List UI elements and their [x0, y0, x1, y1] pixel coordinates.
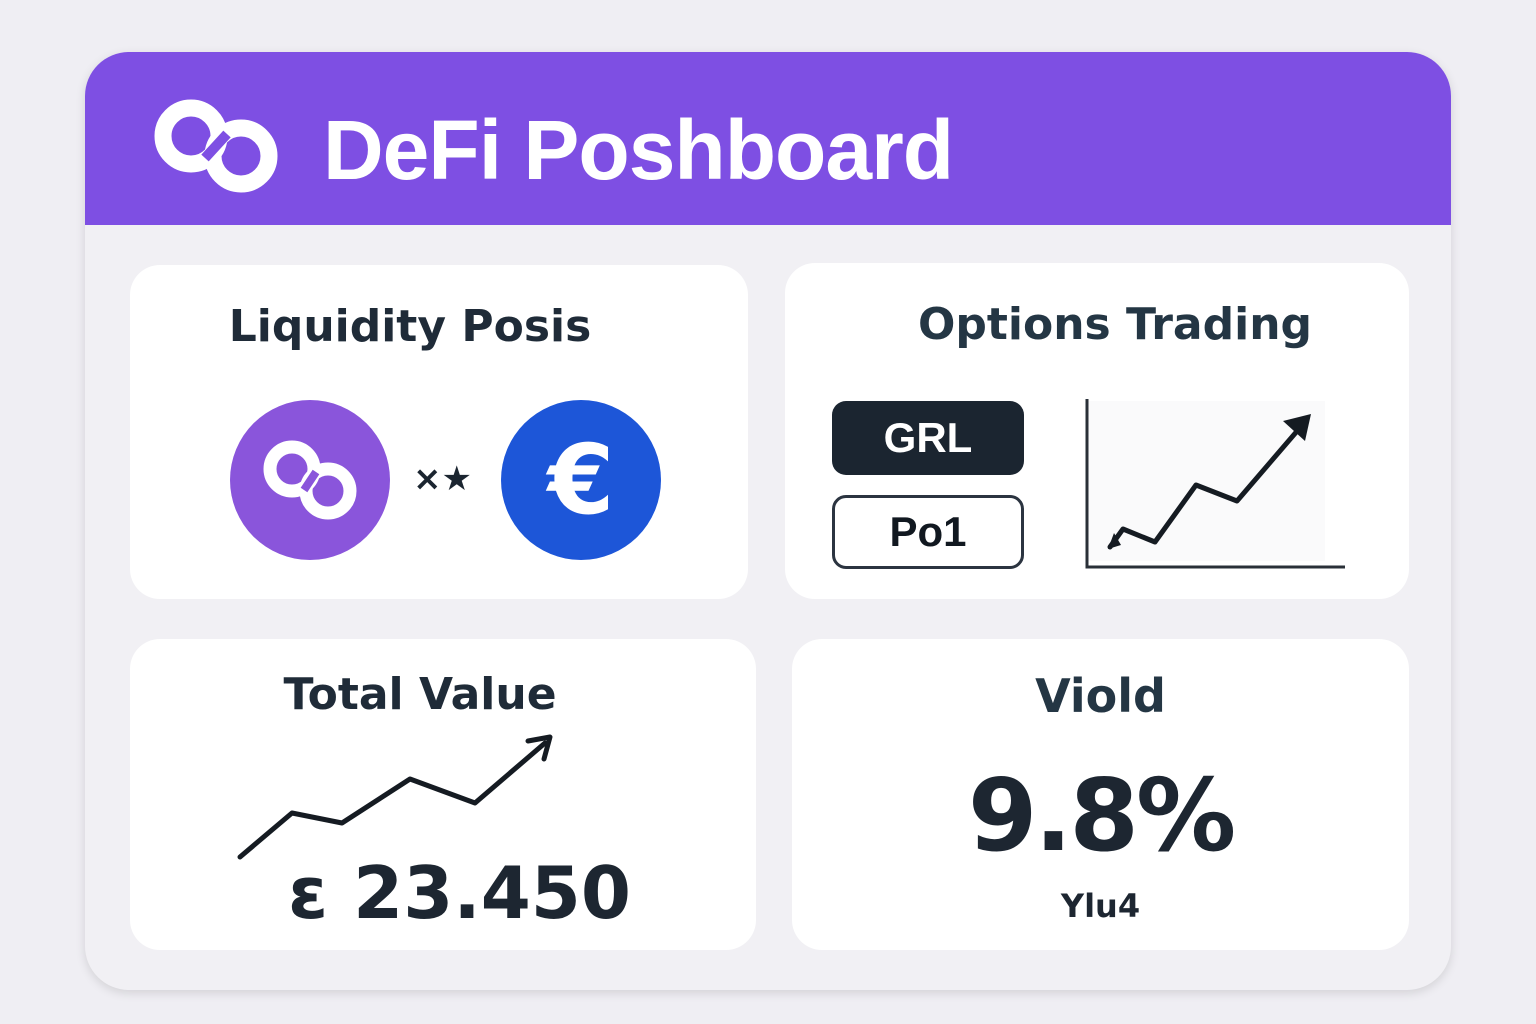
total-value-amount: ε 23.450: [288, 851, 631, 935]
yield-caption: Ylu4: [1060, 887, 1141, 925]
options-title: Options Trading: [917, 299, 1313, 350]
trend-up-chart-icon: [1085, 399, 1345, 569]
liquidity-card[interactable]: Liquidity Posis ×★ €: [130, 265, 748, 599]
euro-glyph: €: [547, 424, 615, 536]
infinity-logo-icon: [154, 99, 278, 193]
total-value-card[interactable]: Total Value ε 23.450: [130, 639, 756, 950]
po1-button[interactable]: Po1: [832, 495, 1024, 569]
euro-coin-icon[interactable]: €: [501, 400, 661, 560]
pair-separator: ×★: [413, 459, 472, 499]
liquidity-title: Liquidity Posis: [228, 301, 592, 352]
header-bar: DeFi Poshboard: [85, 52, 1451, 225]
infinity-coin-icon[interactable]: [230, 400, 390, 560]
yield-title: Viold: [1035, 669, 1166, 723]
app-title: DeFi Poshboard: [323, 103, 954, 197]
grl-button[interactable]: GRL: [832, 401, 1024, 475]
total-value-title: Total Value: [283, 669, 557, 720]
yield-percent: 9.8%: [967, 757, 1236, 874]
yield-card[interactable]: Viold 9.8% Ylu4: [792, 639, 1409, 950]
dashboard-window: DeFi Poshboard Liquidity Posis ×★ € Opti…: [85, 52, 1451, 990]
trend-up-arrow-icon: [237, 734, 553, 860]
options-trading-card[interactable]: Options Trading GRL Po1: [785, 263, 1409, 599]
